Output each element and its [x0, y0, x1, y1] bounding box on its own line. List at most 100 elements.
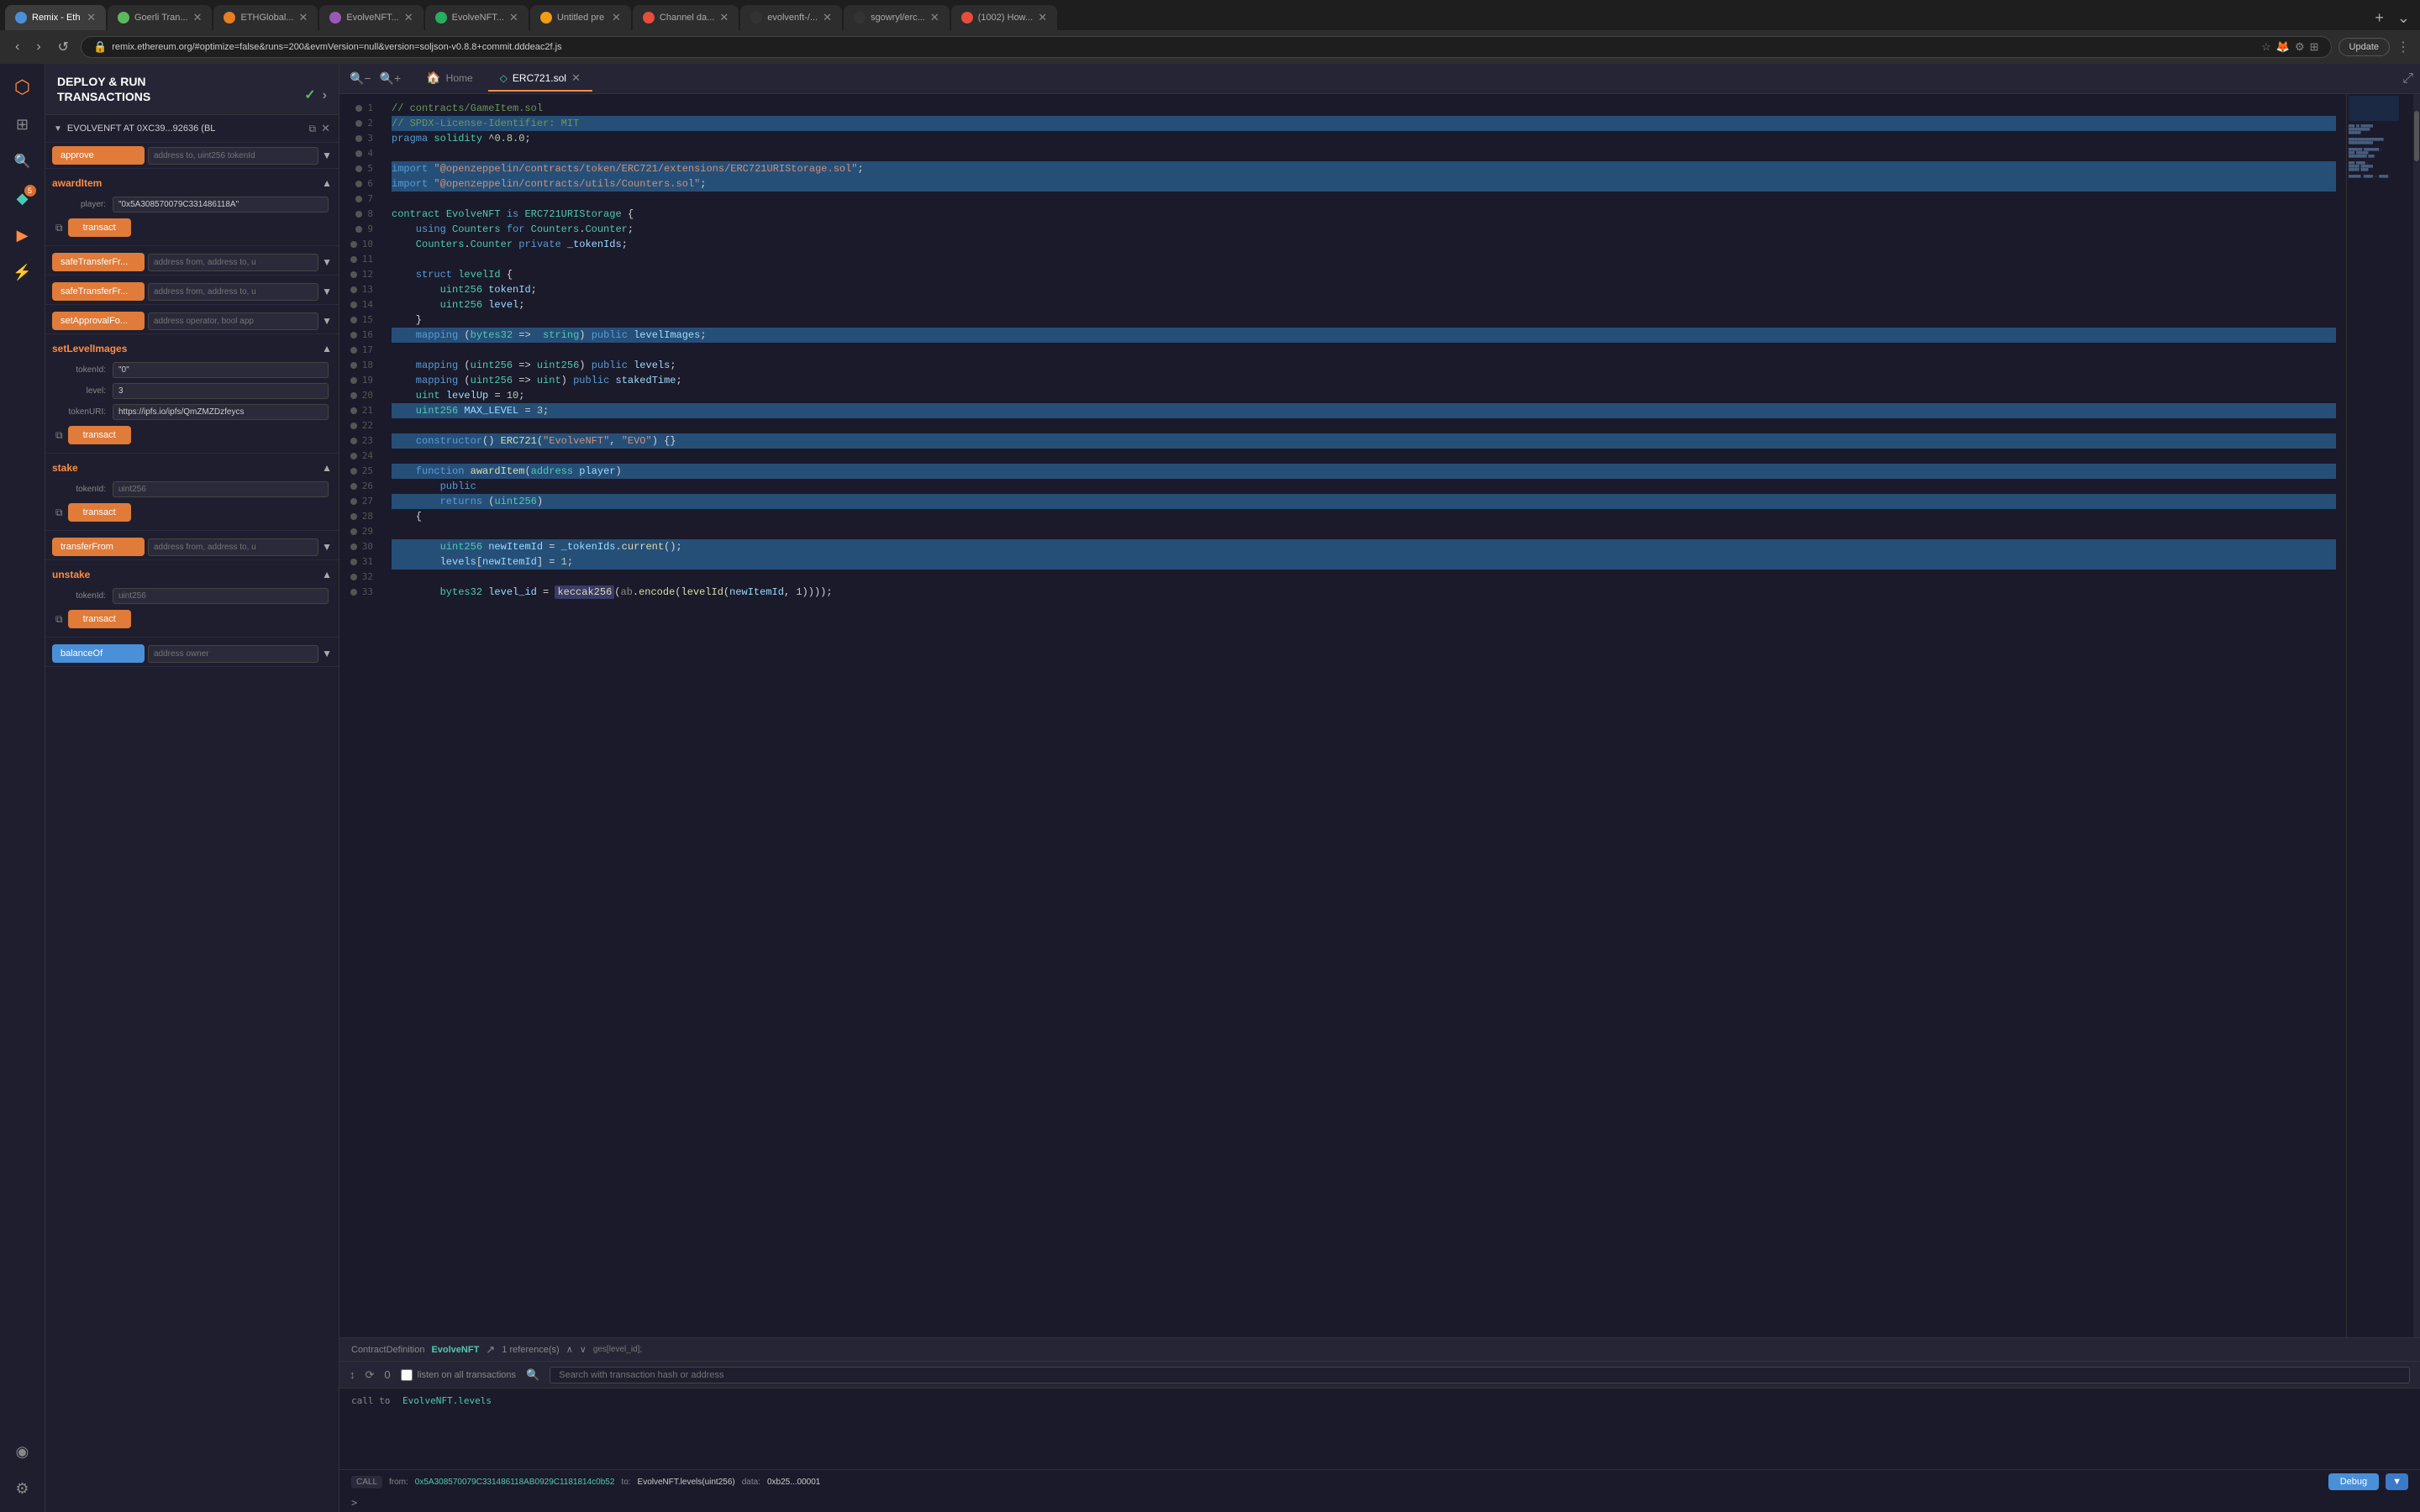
stake-transact-button[interactable]: transact: [68, 503, 131, 522]
file-tab-close-icon[interactable]: ✕: [571, 71, 581, 85]
unstake-tokenId-input[interactable]: [113, 588, 329, 604]
stake-collapse-icon[interactable]: ▲: [322, 462, 332, 474]
browser-chrome: Remix - Eth ✕ Goerli Tran... ✕ ETHGlobal…: [0, 0, 2420, 64]
awardItem-copy-icon[interactable]: ⧉: [55, 222, 63, 234]
setLevelImages-copy-icon[interactable]: ⧉: [55, 429, 63, 442]
transferFrom-button[interactable]: transferFrom: [52, 538, 145, 556]
menu-button[interactable]: ⋮: [2396, 39, 2410, 55]
stake-copy-icon[interactable]: ⧉: [55, 507, 63, 519]
transferFrom-expand-icon[interactable]: ▼: [322, 541, 332, 553]
tab-close-ethglobal[interactable]: ✕: [298, 11, 308, 24]
maximize-editor-icon[interactable]: ⤢: [2402, 71, 2413, 87]
sidebar-item-settings[interactable]: ⚙: [6, 1472, 39, 1505]
update-button[interactable]: Update: [2338, 38, 2390, 56]
bottom-up-down-icon[interactable]: ↕: [350, 1368, 355, 1381]
zoom-out-button[interactable]: 🔍−: [346, 70, 375, 87]
tokenURI-input[interactable]: [113, 404, 329, 420]
unstake-copy-icon[interactable]: ⧉: [55, 613, 63, 626]
setLevelImages-transact-button[interactable]: transact: [68, 426, 131, 444]
awardItem-transact-button[interactable]: transact: [68, 218, 131, 237]
sidebar-item-search[interactable]: 🔍: [6, 144, 39, 178]
zoom-in-button[interactable]: 🔍+: [376, 70, 405, 87]
listen-checkbox[interactable]: [401, 1369, 413, 1381]
sidebar-item-logo[interactable]: ⬡: [6, 71, 39, 104]
safeTransfer2-button[interactable]: safeTransferFr...: [52, 282, 145, 301]
transaction-search-input[interactable]: [550, 1367, 2410, 1383]
tab-close-untitled[interactable]: ✕: [612, 11, 621, 24]
contract-close-icon[interactable]: ✕: [321, 122, 330, 135]
approve-expand-icon[interactable]: ▼: [322, 150, 332, 161]
setApproval-input[interactable]: [148, 312, 318, 330]
tokenId-input[interactable]: [113, 362, 329, 378]
stake-tokenId-input[interactable]: [113, 481, 329, 497]
tab-close-evolvnft1[interactable]: ✕: [404, 11, 413, 24]
refresh-button[interactable]: ↺: [53, 37, 74, 57]
balanceOf-button[interactable]: balanceOf: [52, 644, 145, 663]
tab-close-how[interactable]: ✕: [1038, 11, 1047, 24]
tab-title-ethglobal: ETHGlobal...: [240, 13, 293, 23]
browser-tab-goerli[interactable]: Goerli Tran... ✕: [108, 5, 212, 30]
code-line-17: [392, 343, 2336, 358]
bottom-refresh-icon[interactable]: ⟳: [366, 1368, 375, 1382]
balanceOf-expand-icon[interactable]: ▼: [322, 648, 332, 659]
safeTransfer1-expand-icon[interactable]: ▼: [322, 256, 332, 268]
browser-tab-untitled[interactable]: Untitled pre ✕: [530, 5, 631, 30]
browser-tab-channel[interactable]: Channel da... ✕: [633, 5, 739, 30]
browser-tab-evolvnft2[interactable]: EvolveNFT... ✕: [425, 5, 529, 30]
approve-button[interactable]: approve: [52, 146, 145, 165]
ref-arrow-icon[interactable]: ↗: [486, 1343, 495, 1357]
debug-expand-button[interactable]: ▼: [2386, 1473, 2408, 1490]
safeTransfer1-input[interactable]: [148, 254, 318, 271]
setApproval-expand-icon[interactable]: ▼: [322, 315, 332, 327]
tab-close-channel[interactable]: ✕: [719, 11, 729, 24]
check-icon[interactable]: ✓: [304, 87, 315, 105]
sidebar-item-debug[interactable]: ⚡: [6, 255, 39, 289]
safeTransfer2-input[interactable]: [148, 283, 318, 301]
browser-tab-evolvenft-gh[interactable]: evolvenft-/... ✕: [740, 5, 842, 30]
tab-list-button[interactable]: ⌄: [2392, 9, 2415, 27]
ref-collapse-icon[interactable]: ∨: [580, 1344, 587, 1355]
sidebar-item-solidity[interactable]: ◆ 5: [6, 181, 39, 215]
tab-close-goerli[interactable]: ✕: [193, 11, 203, 24]
browser-tab-sgowryl[interactable]: sgowryl/erc... ✕: [844, 5, 950, 30]
safeTransfer2-expand-icon[interactable]: ▼: [322, 286, 332, 297]
browser-tab-ethglobal[interactable]: ETHGlobal... ✕: [213, 5, 318, 30]
sidebar-item-deploy[interactable]: ▶: [6, 218, 39, 252]
ref-expand-icon[interactable]: ∧: [566, 1344, 573, 1355]
sidebar-item-files[interactable]: ⊞: [6, 108, 39, 141]
sidebar-item-plugins[interactable]: ◉: [6, 1435, 39, 1468]
debug-button[interactable]: Debug: [2328, 1473, 2379, 1490]
contract-collapse-icon[interactable]: ▼: [54, 124, 62, 134]
level-field: level:: [45, 381, 339, 402]
contract-copy-icon[interactable]: ⧉: [309, 123, 317, 135]
balanceOf-input[interactable]: [148, 645, 318, 663]
url-bar[interactable]: 🔒 remix.ethereum.org/#optimize=false&run…: [81, 36, 2331, 58]
scrollbar-thumb[interactable]: [2414, 111, 2419, 161]
back-button[interactable]: ‹: [10, 38, 24, 56]
vertical-scrollbar[interactable]: [2413, 94, 2420, 1337]
tab-home[interactable]: 🏠 Home: [414, 66, 484, 92]
unstake-transact-button[interactable]: transact: [68, 610, 131, 628]
new-tab-button[interactable]: +: [2368, 9, 2391, 27]
search-console-icon[interactable]: 🔍: [526, 1368, 539, 1382]
setLevelImages-collapse-icon[interactable]: ▲: [322, 343, 332, 354]
browser-tab-remix[interactable]: Remix - Eth ✕: [5, 5, 106, 30]
awardItem-collapse-icon[interactable]: ▲: [322, 177, 332, 189]
expand-panel-icon[interactable]: ›: [323, 87, 327, 105]
forward-button[interactable]: ›: [31, 38, 45, 56]
browser-tab-evolvnft1[interactable]: EvolveNFT... ✕: [319, 5, 423, 30]
tab-close-evolvnft2[interactable]: ✕: [509, 11, 518, 24]
safeTransfer1-button[interactable]: safeTransferFr...: [52, 253, 145, 271]
tab-close-evolvenft-gh[interactable]: ✕: [823, 11, 832, 24]
browser-tab-how[interactable]: (1002) How... ✕: [951, 5, 1057, 30]
transferFrom-input[interactable]: [148, 538, 318, 556]
level-input[interactable]: [113, 383, 329, 399]
tab-close-remix[interactable]: ✕: [87, 11, 96, 24]
tab-close-sgowryl[interactable]: ✕: [930, 11, 939, 24]
code-scroll[interactable]: // contracts/GameItem.sol // SPDX-Licens…: [381, 94, 2346, 1337]
unstake-collapse-icon[interactable]: ▲: [322, 569, 332, 580]
setApproval-button[interactable]: setApprovalFo...: [52, 312, 145, 330]
tab-erc721[interactable]: ◇ ERC721.sol ✕: [488, 66, 592, 92]
approve-input[interactable]: [148, 147, 318, 165]
player-input[interactable]: [113, 197, 329, 213]
